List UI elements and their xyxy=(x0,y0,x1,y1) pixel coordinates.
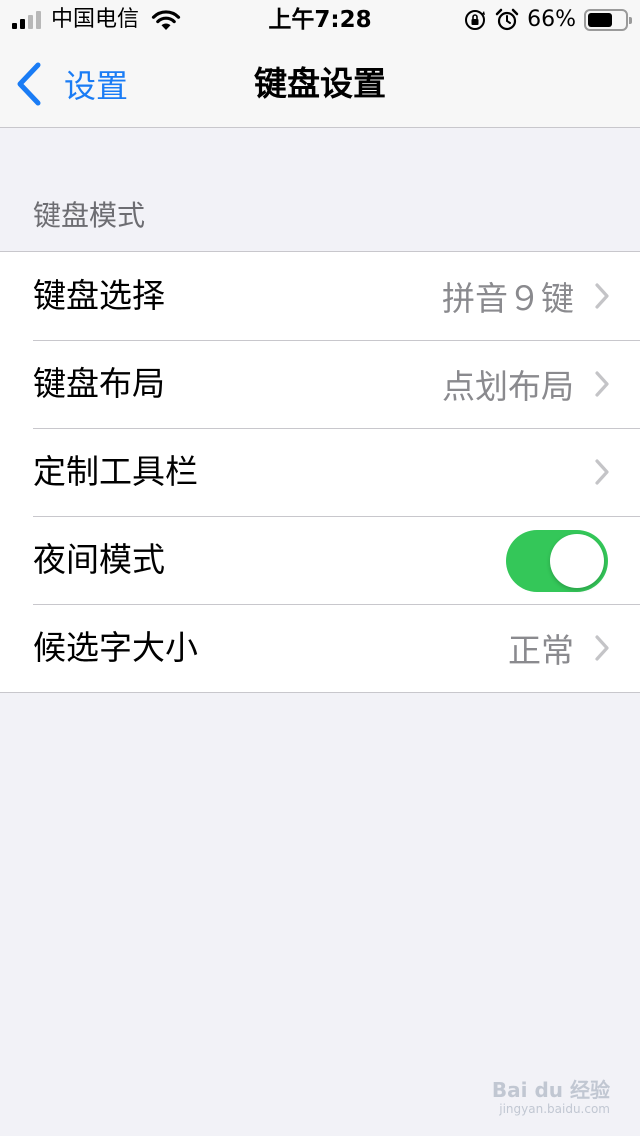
row-custom-toolbar[interactable]: 定制工具栏 xyxy=(0,428,640,516)
wifi-icon xyxy=(151,10,181,30)
battery-percentage: 66% xyxy=(527,7,576,32)
battery-icon xyxy=(584,9,632,31)
status-right: 66% xyxy=(463,6,632,34)
row-accessory xyxy=(594,428,610,516)
carrier-name: 中国电信 xyxy=(51,7,140,32)
night-mode-toggle[interactable] xyxy=(506,530,608,592)
row-value: 点划布局 xyxy=(442,367,574,406)
chevron-right-icon xyxy=(595,635,609,661)
baidu-jingyan-watermark: Bai du 经验 jingyan.baidu.com xyxy=(480,1068,610,1124)
watermark-url: jingyan.baidu.com xyxy=(499,1102,610,1116)
row-label: 夜间模式 xyxy=(33,540,165,579)
row-accessory: 拼音９键 xyxy=(442,252,610,340)
row-candidate-font-size[interactable]: 候选字大小 正常 xyxy=(0,604,640,692)
signal-strength-icon xyxy=(12,11,41,29)
battery-level xyxy=(588,13,612,27)
row-value: 正常 xyxy=(508,631,574,670)
row-label: 键盘布局 xyxy=(33,364,165,403)
watermark-logo-text: Bai du 经验 xyxy=(491,1078,610,1102)
section-header: 键盘模式 xyxy=(33,199,146,232)
rotation-lock-icon xyxy=(465,10,486,30)
navigation-bar: 设置 键盘设置 xyxy=(0,40,640,128)
row-label: 定制工具栏 xyxy=(33,452,198,491)
status-left: 中国电信 xyxy=(12,6,181,34)
chevron-right-icon xyxy=(595,371,609,397)
chevron-right-icon xyxy=(595,283,609,309)
row-label: 候选字大小 xyxy=(33,628,198,667)
toggle-knob xyxy=(550,534,604,588)
alarm-icon xyxy=(495,8,519,31)
row-value: 拼音９键 xyxy=(442,279,574,318)
row-accessory: 正常 xyxy=(508,604,610,692)
row-night-mode: 夜间模式 xyxy=(0,516,640,604)
page-title: 键盘设置 xyxy=(254,64,386,103)
row-accessory: 点划布局 xyxy=(442,340,610,428)
chevron-right-icon xyxy=(595,459,609,485)
row-label: 键盘选择 xyxy=(33,276,165,315)
row-keyboard-layout[interactable]: 键盘布局 点划布局 xyxy=(0,340,640,428)
settings-group: 键盘选择 拼音９键 键盘布局 点划布局 定制工具栏 夜间模式 候选字大小 正常 xyxy=(0,251,640,693)
status-bar: 中国电信 上午7:28 66% xyxy=(0,0,640,40)
screen: 中国电信 上午7:28 66% 设置 键盘设置 键盘模式 键盘选择 拼音９键 键… xyxy=(0,0,640,1136)
row-keyboard-selection[interactable]: 键盘选择 拼音９键 xyxy=(0,252,640,340)
